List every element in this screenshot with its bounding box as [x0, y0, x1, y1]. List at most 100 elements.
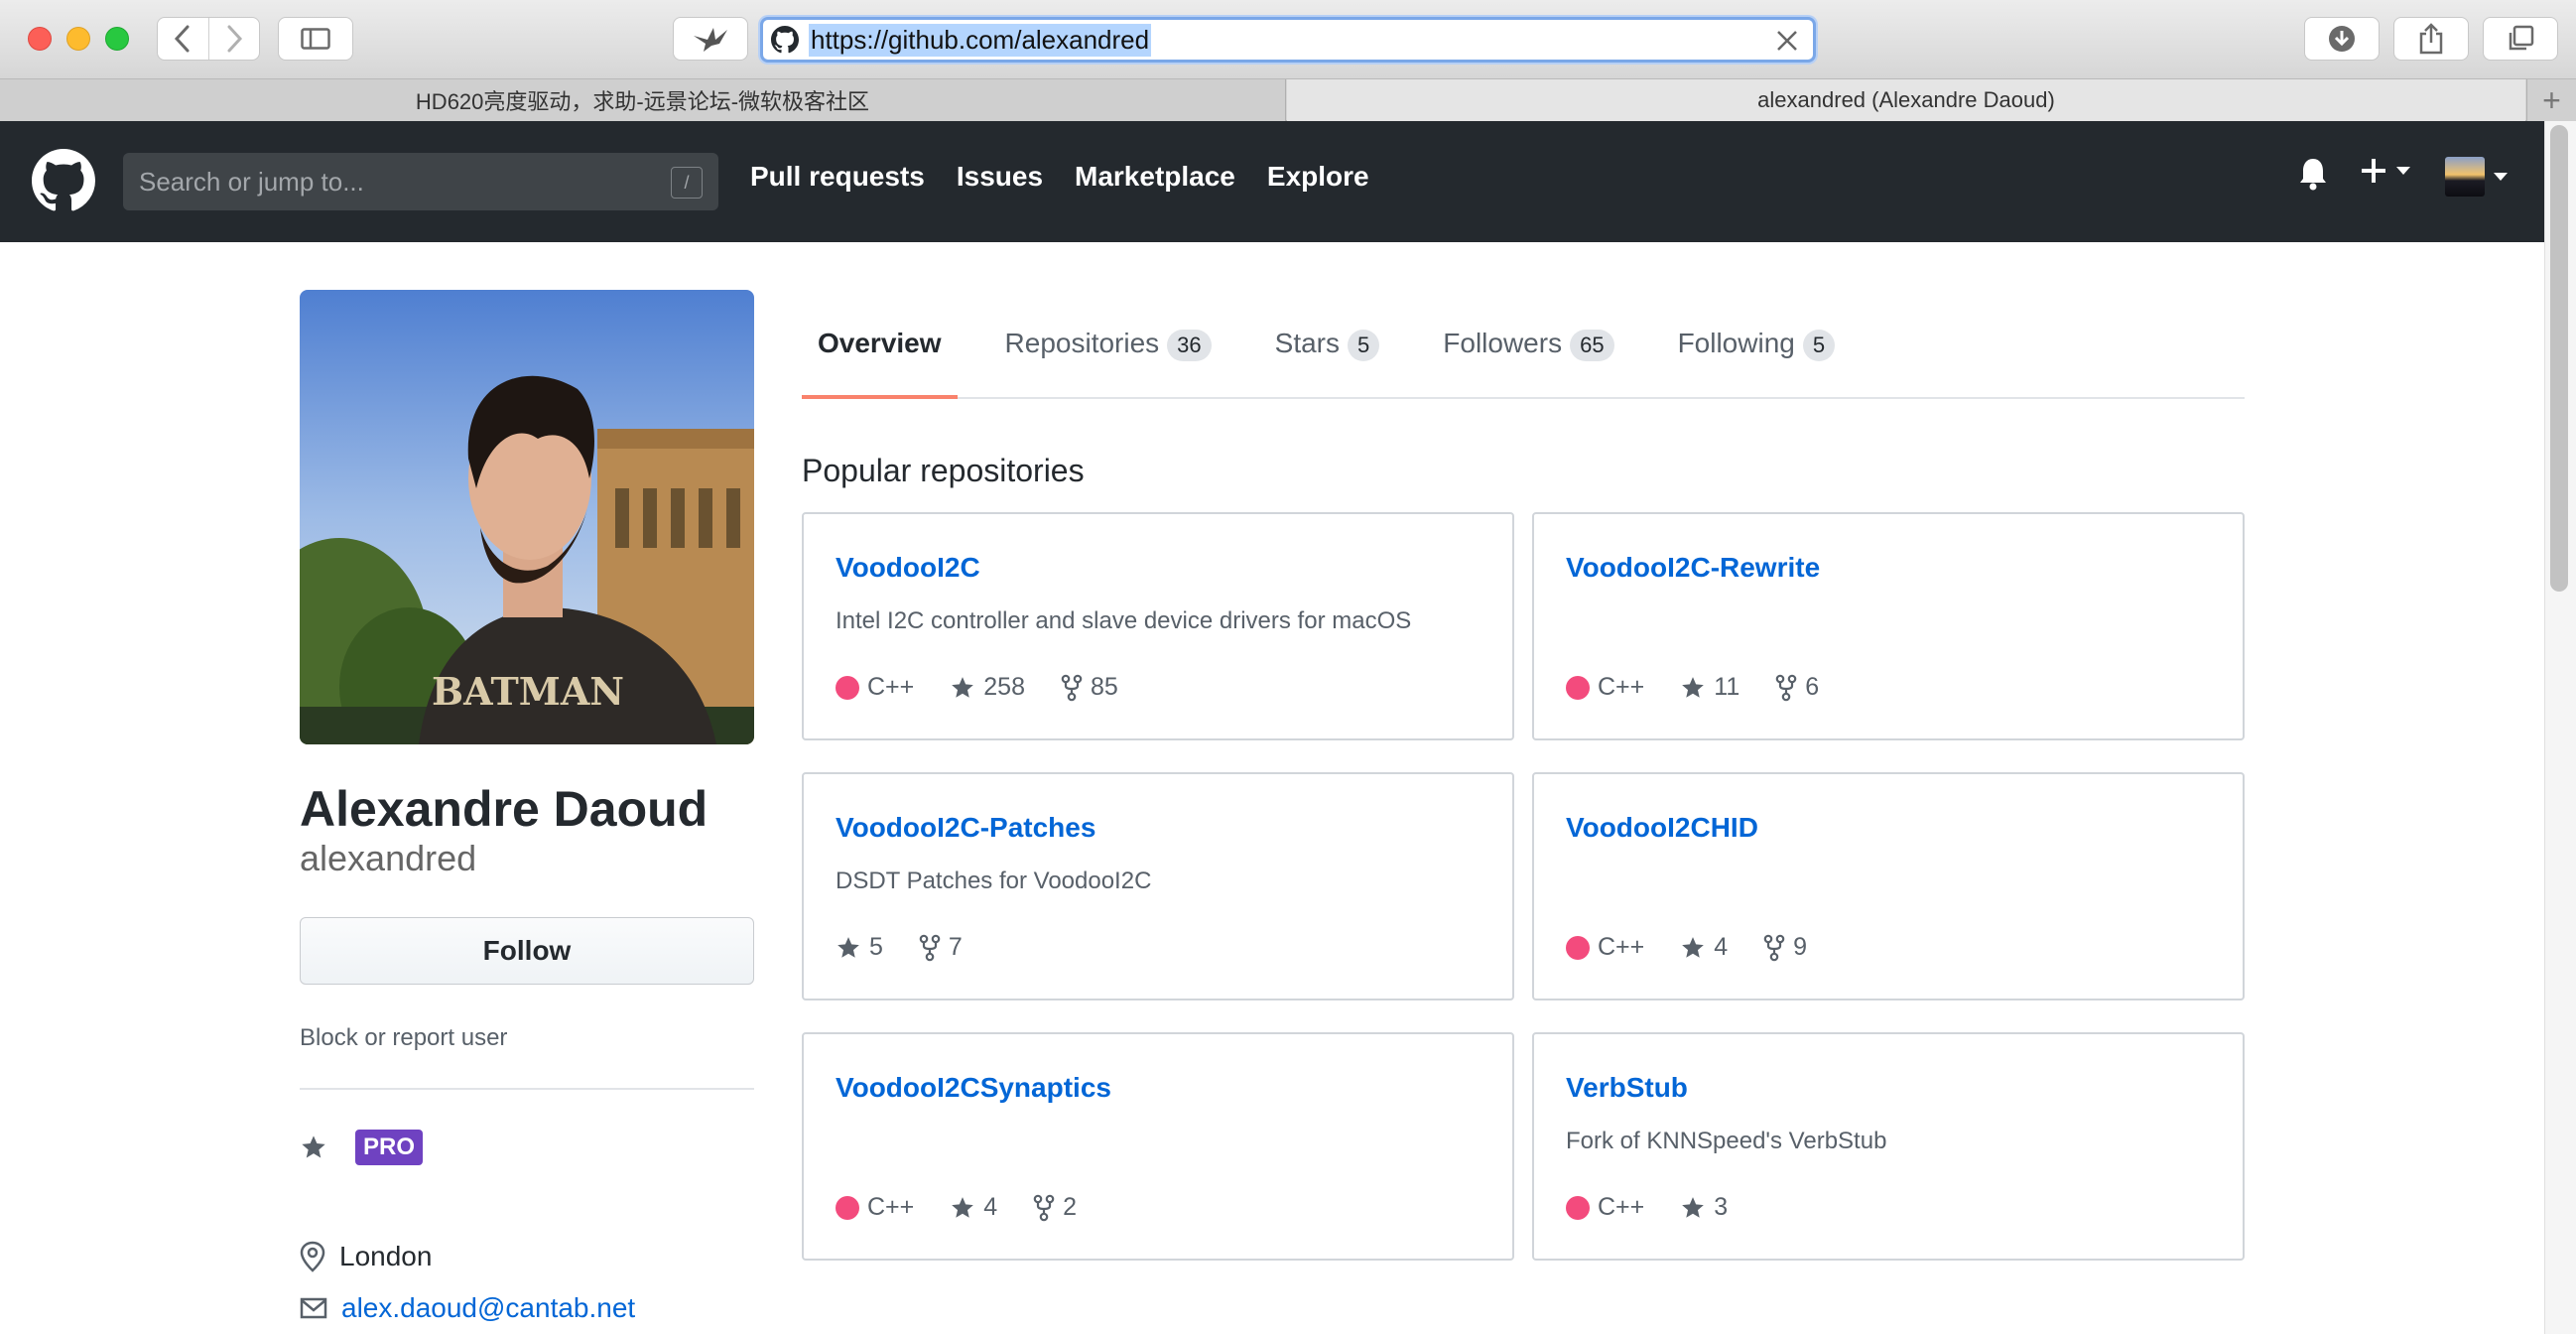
user-menu-button[interactable]	[2445, 157, 2509, 197]
sidebar-divider	[300, 1088, 754, 1090]
repo-forks[interactable]: 9	[1763, 933, 1807, 962]
forks-count: 2	[1063, 1193, 1078, 1221]
show-tabs-button[interactable]	[2483, 17, 2558, 61]
forward-button[interactable]	[209, 18, 260, 60]
extension-button[interactable]	[673, 17, 748, 61]
browser-toolbar: https://github.com/alexandred	[0, 0, 2576, 79]
fork-icon	[919, 934, 941, 961]
language-label: C++	[1598, 1193, 1645, 1221]
location-text: London	[339, 1241, 433, 1271]
zoom-window-button[interactable]	[105, 27, 129, 51]
page-scrollbar-thumb[interactable]	[2550, 125, 2568, 592]
tab-label: Following	[1677, 328, 1795, 358]
repo-forks[interactable]: 2	[1033, 1193, 1077, 1222]
mail-icon	[300, 1297, 327, 1319]
stars-count: 258	[983, 673, 1025, 701]
repo-stars[interactable]: 5	[836, 933, 883, 962]
repo-forks[interactable]: 6	[1775, 673, 1819, 702]
tab-following[interactable]: Following 5	[1662, 298, 1852, 397]
repo-name-link[interactable]: VoodooI2C-Rewrite	[1566, 552, 1820, 584]
new-tab-button[interactable]: +	[2526, 79, 2576, 121]
nav-marketplace[interactable]: Marketplace	[1075, 161, 1235, 193]
repo-forks[interactable]: 7	[919, 933, 963, 962]
repo-stars[interactable]: 258	[950, 673, 1025, 702]
repo-stars[interactable]: 4	[1680, 933, 1728, 962]
repo-card: VoodooI2C Intel I2C controller and slave …	[802, 512, 1514, 740]
nav-explore[interactable]: Explore	[1267, 161, 1369, 193]
browser-tab[interactable]: HD620亮度驱动，求助-远景论坛-微软极客社区	[0, 79, 1286, 121]
clear-url-icon[interactable]	[1775, 29, 1799, 53]
repo-stars[interactable]: 4	[950, 1193, 997, 1222]
stars-count: 5	[869, 933, 883, 961]
github-favicon-icon	[771, 26, 799, 54]
repo-language: C++	[836, 673, 914, 702]
chevron-right-icon	[227, 25, 242, 53]
minimize-window-button[interactable]	[66, 27, 90, 51]
star-icon	[302, 1135, 325, 1158]
tab-count: 65	[1570, 330, 1614, 361]
close-window-button[interactable]	[28, 27, 52, 51]
repo-meta: 57	[836, 933, 998, 962]
profile-full-name: Alexandre Daoud	[300, 781, 708, 837]
profile-tabs: Overview Repositories 36 Stars 5 Followe…	[802, 298, 2245, 399]
follow-button[interactable]: Follow	[300, 917, 754, 985]
downloads-button[interactable]	[2304, 17, 2380, 61]
language-label: C++	[867, 1193, 915, 1221]
download-icon	[2329, 26, 2355, 52]
browser-tab-active[interactable]: alexandred (Alexandre Daoud)	[1287, 79, 2525, 121]
repo-description: Fork of KNNSpeed's VerbStub	[1566, 1128, 1887, 1154]
repo-name-link[interactable]: VoodooI2C-Patches	[836, 812, 1095, 844]
tab-overview[interactable]: Overview	[802, 298, 958, 399]
stars-count: 4	[983, 1193, 998, 1221]
repo-card: VoodooI2C-Rewrite C++ 11 6	[1532, 512, 2245, 740]
repo-stars[interactable]: 3	[1680, 1193, 1728, 1222]
block-report-link[interactable]: Block or report user	[300, 1024, 507, 1052]
tab-count: 5	[1802, 330, 1836, 361]
repo-language: C++	[1566, 933, 1644, 962]
search-input[interactable]: Search or jump to... /	[123, 153, 718, 210]
bell-icon	[2300, 159, 2326, 191]
repo-language: C++	[1566, 1193, 1644, 1222]
github-header: Search or jump to... / Pull requests Iss…	[0, 121, 2544, 242]
repo-forks[interactable]: 85	[1061, 673, 1118, 702]
tab-label: Overview	[818, 328, 942, 358]
share-button[interactable]	[2393, 17, 2469, 61]
tab-count: 5	[1348, 330, 1380, 361]
tab-stars[interactable]: Stars 5	[1259, 298, 1396, 397]
profile-avatar[interactable]: BATMAN	[300, 290, 754, 744]
star-icon	[1682, 676, 1705, 698]
create-new-button[interactable]	[2360, 157, 2411, 185]
repo-name-link[interactable]: VoodooI2C	[836, 552, 980, 584]
plus-icon	[2362, 159, 2385, 183]
stars-count: 4	[1714, 933, 1729, 961]
repo-name-link[interactable]: VoodooI2CHID	[1566, 812, 1758, 844]
share-icon	[2419, 23, 2443, 55]
fork-icon	[1763, 934, 1785, 961]
email-link[interactable]: alex.daoud@cantab.net	[341, 1292, 635, 1324]
repo-language: C++	[1566, 673, 1644, 702]
star-icon	[837, 936, 859, 958]
repo-meta: C++ 3	[1566, 1193, 1763, 1222]
tab-followers[interactable]: Followers 65	[1427, 298, 1629, 397]
repo-stars[interactable]: 11	[1680, 673, 1739, 702]
repo-description: DSDT Patches for VoodooI2C	[836, 867, 1152, 894]
nav-issues[interactable]: Issues	[957, 161, 1043, 193]
nav-pull-requests[interactable]: Pull requests	[750, 161, 925, 193]
repo-card: VoodooI2CHID C++ 4 9	[1532, 772, 2245, 1000]
github-logo-icon[interactable]	[32, 149, 95, 212]
notifications-button[interactable]	[2298, 157, 2328, 191]
tab-bar: HD620亮度驱动，求助-远景论坛-微软极客社区 alexandred (Ale…	[0, 79, 2576, 121]
url-text[interactable]: https://github.com/alexandred	[809, 23, 1152, 57]
repo-name-link[interactable]: VerbStub	[1566, 1072, 1688, 1104]
back-button[interactable]	[158, 18, 209, 60]
repo-description: Intel I2C controller and slave device dr…	[836, 607, 1412, 634]
repo-name-link[interactable]: VoodooI2CSynaptics	[836, 1072, 1111, 1104]
popular-repositories-heading: Popular repositories	[802, 453, 1085, 488]
star-icon	[1682, 1196, 1705, 1218]
tab-repositories[interactable]: Repositories 36	[989, 298, 1227, 397]
profile-location: London	[300, 1241, 432, 1272]
caret-down-icon	[2396, 167, 2410, 175]
forks-count: 7	[948, 933, 963, 961]
address-bar[interactable]: https://github.com/alexandred	[760, 17, 1816, 63]
sidebar-toggle-button[interactable]	[278, 17, 353, 61]
